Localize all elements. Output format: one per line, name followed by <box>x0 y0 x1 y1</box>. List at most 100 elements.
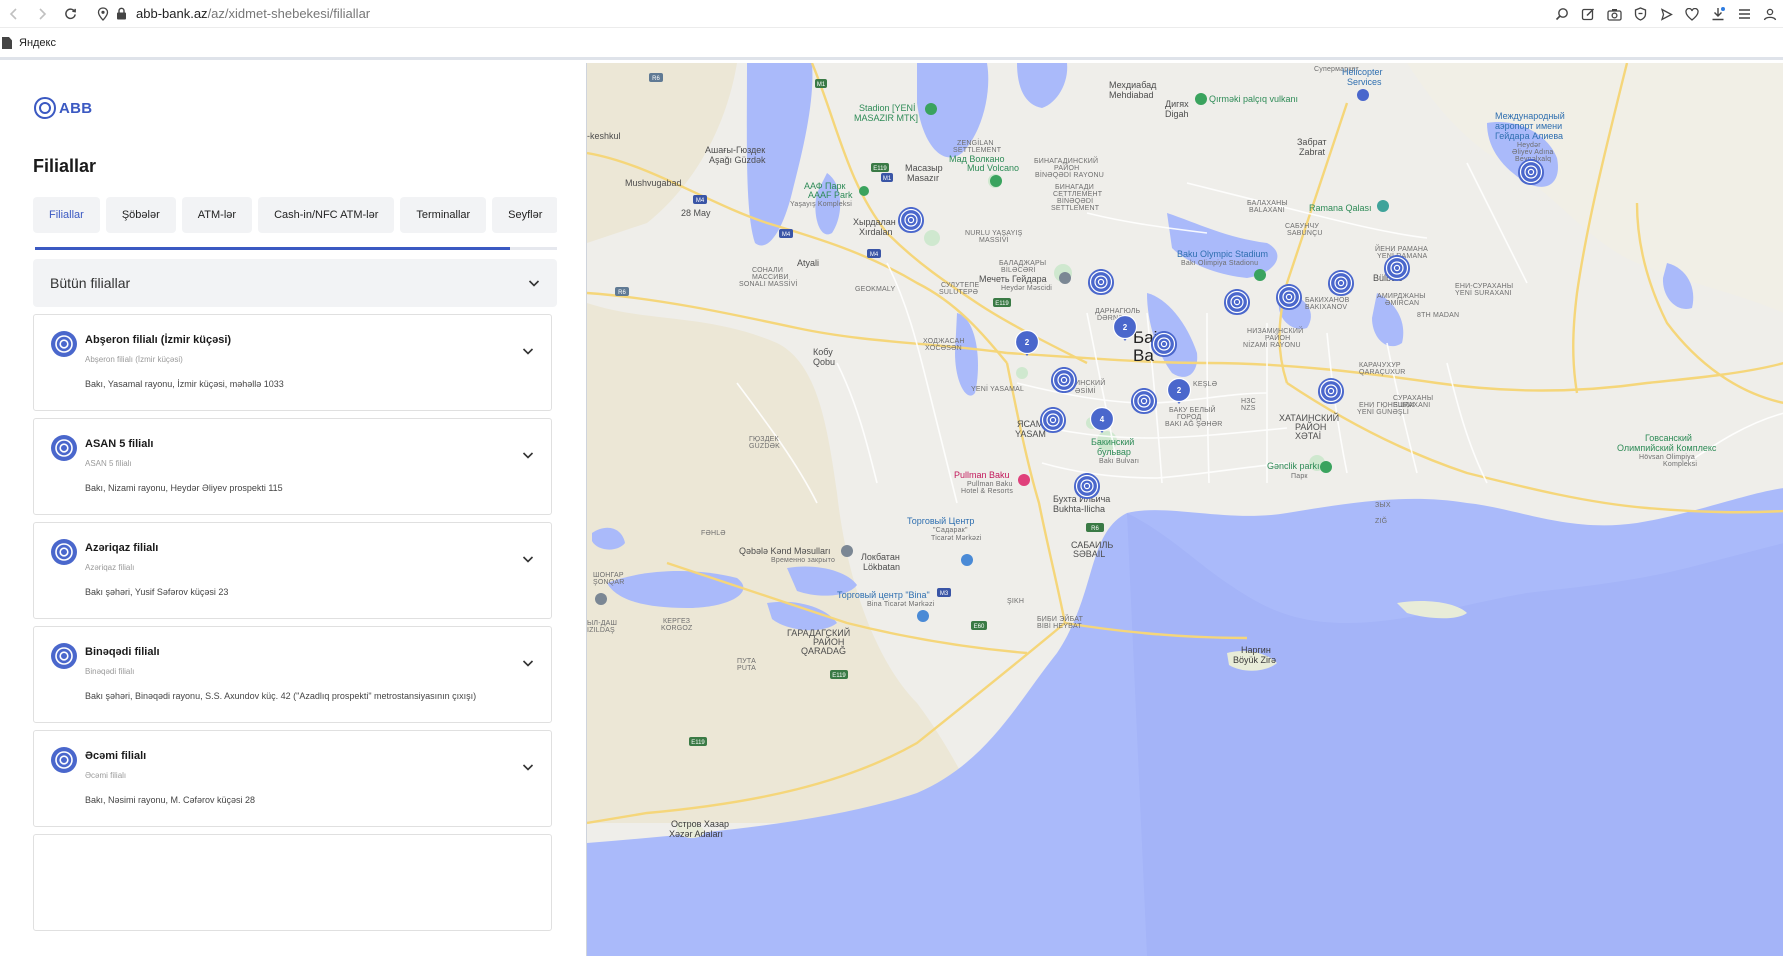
branch-card[interactable] <box>33 834 552 931</box>
page-title: Filiallar <box>33 156 97 176</box>
map-label: YENİ YASAMAL <box>971 384 1024 393</box>
abb-logo-text: ABB <box>59 99 93 117</box>
branch-pin[interactable] <box>1039 406 1067 434</box>
map-label: Hövsan Olimpiya <box>1639 454 1695 461</box>
tab-atm[interactable]: ATM-lər <box>181 197 253 233</box>
screenshot-button[interactable] <box>1601 1 1627 27</box>
abb-badge-icon <box>51 747 77 773</box>
tab-seyfler[interactable]: Seyflər <box>492 197 557 233</box>
tab-terminallar[interactable]: Terminallar <box>400 197 487 233</box>
branch-pin[interactable] <box>1150 330 1178 358</box>
branch-map[interactable]: R6 M1 E119 M1 M4 M4 R6 M4 E119 M3 E60 E1… <box>586 63 1783 956</box>
tab-scrollbar[interactable] <box>35 247 557 250</box>
map-label: "Садарак" <box>933 527 968 534</box>
map-label: Xəzər Adaları <box>669 829 723 839</box>
bookmarks-bar: Яндекс <box>0 29 1783 60</box>
svg-text:E60: E60 <box>974 624 985 630</box>
map-label: BAKIXANOV <box>1305 304 1347 311</box>
arrow-left-icon <box>9 7 17 20</box>
branch-pin[interactable] <box>1050 366 1078 394</box>
branch-card[interactable]: ASAN 5 filialı ASAN 5 filialı Bakı, Niza… <box>33 418 552 515</box>
menu-button[interactable] <box>1731 1 1757 27</box>
chevron-down-icon[interactable] <box>521 656 535 670</box>
poi-shop-icon <box>841 545 853 557</box>
svg-text:M1: M1 <box>817 82 826 88</box>
map-label: Международный <box>1495 111 1565 121</box>
map-canvas[interactable]: R6 M1 E119 M1 M4 M4 R6 M4 E119 M3 E60 E1… <box>587 63 1783 956</box>
svg-text:M4: M4 <box>782 232 791 238</box>
bookmark-yandex[interactable]: Яндекс <box>2 37 56 49</box>
cluster-count: 4 <box>1100 415 1105 424</box>
poi-stadium-icon <box>925 103 937 115</box>
send-button[interactable] <box>1653 1 1679 27</box>
map-label: 8TH MADAN <box>1417 312 1459 319</box>
branch-card[interactable]: Abşeron filialı (İzmir küçəsi) Abşeron f… <box>33 314 552 411</box>
profile-button[interactable] <box>1757 1 1783 27</box>
chevron-down-icon[interactable] <box>521 448 535 462</box>
map-label: Digah <box>1165 109 1189 119</box>
map-label: Парк <box>1291 473 1308 480</box>
arrow-right-icon <box>39 7 47 20</box>
map-label: ПУТА <box>737 658 756 665</box>
svg-text:M4: M4 <box>870 252 879 258</box>
map-park <box>924 230 940 246</box>
branch-pin[interactable] <box>1130 387 1158 415</box>
branch-title: ASAN 5 filialı <box>85 438 154 450</box>
map-label: НИЗАМИНСКИЙ <box>1247 326 1303 335</box>
map-label: Pullman Baku <box>967 481 1013 488</box>
lock-icon[interactable] <box>112 5 130 23</box>
map-label: Kompleksi <box>1663 461 1697 468</box>
branch-pin[interactable] <box>1327 269 1355 297</box>
tab-filiallar[interactable]: Filiallar <box>33 197 100 233</box>
search-page-button[interactable] <box>1549 1 1575 27</box>
map-label: Helicopter <box>1342 67 1383 77</box>
branch-pin[interactable] <box>1073 472 1101 500</box>
downloads-button[interactable] <box>1705 1 1731 27</box>
map-label: YENİ GÜNƏŞLİ <box>1357 407 1409 416</box>
address-bar[interactable]: abb-bank.az/az/xidmet-shebekesi/filialla… <box>94 3 370 25</box>
branch-pin[interactable] <box>1275 283 1303 311</box>
map-label: Ba <box>1133 346 1154 365</box>
map-label: Qırməki palçıq vulkanı <box>1209 94 1298 104</box>
hamburger-icon <box>1738 9 1750 19</box>
map-label: НЗС <box>1241 398 1256 405</box>
branch-pin[interactable] <box>1087 268 1115 296</box>
location-pin-icon[interactable] <box>94 5 112 23</box>
branch-card[interactable]: Binəqədi filialı Binəqədi filialı Bakı ş… <box>33 626 552 723</box>
map-label: Mehdiabad <box>1109 90 1154 100</box>
branch-pin[interactable] <box>1317 377 1345 405</box>
branch-card[interactable]: Əcəmi filialı Əcəmi filialı Bakı, Nəsimi… <box>33 730 552 827</box>
road-shield: R6 <box>649 73 663 82</box>
svg-text:R6: R6 <box>1091 526 1099 532</box>
branch-pin[interactable] <box>1223 288 1251 316</box>
branch-pin[interactable] <box>1383 254 1411 282</box>
chevron-down-icon[interactable] <box>521 552 535 566</box>
branch-filter-select[interactable]: Bütün filiallar <box>33 259 557 307</box>
tab-sobeler[interactable]: Şöbələr <box>105 197 176 233</box>
search-icon <box>1555 8 1568 21</box>
map-label: КАРАЧУХУР <box>1359 362 1401 369</box>
svg-text:R6: R6 <box>618 290 626 296</box>
reload-button[interactable] <box>56 3 84 25</box>
map-label: ŞIKH <box>1007 598 1024 605</box>
tab-scrollbar-thumb[interactable] <box>35 247 511 250</box>
branch-pin[interactable] <box>897 206 925 234</box>
chevron-down-icon[interactable] <box>521 760 535 774</box>
abb-logo[interactable]: ABB <box>33 96 92 120</box>
map-label: GÜZDƏK <box>749 442 780 450</box>
map-label: Böyük Zirə <box>1233 655 1276 665</box>
map-label: XOCƏSƏN <box>925 345 962 352</box>
favorite-button[interactable] <box>1679 1 1705 27</box>
tab-cash-in-nfc-atm[interactable]: Cash-in/NFC ATM-lər <box>258 197 395 233</box>
branch-pin[interactable] <box>1517 158 1545 186</box>
branch-card[interactable]: Azəriqaz filialı Azəriqaz filialı Bakı ş… <box>33 522 552 619</box>
poi-park-icon <box>1320 461 1332 473</box>
back-button[interactable] <box>0 3 28 25</box>
chevron-down-icon[interactable] <box>521 344 535 358</box>
protect-button[interactable] <box>1627 1 1653 27</box>
map-label: БИНАГАДИНСКИЙ <box>1034 156 1098 165</box>
road-shield: E60 <box>971 621 987 630</box>
chevron-down-icon <box>528 280 540 287</box>
forward-button[interactable] <box>28 3 56 25</box>
edit-button[interactable] <box>1575 1 1601 27</box>
